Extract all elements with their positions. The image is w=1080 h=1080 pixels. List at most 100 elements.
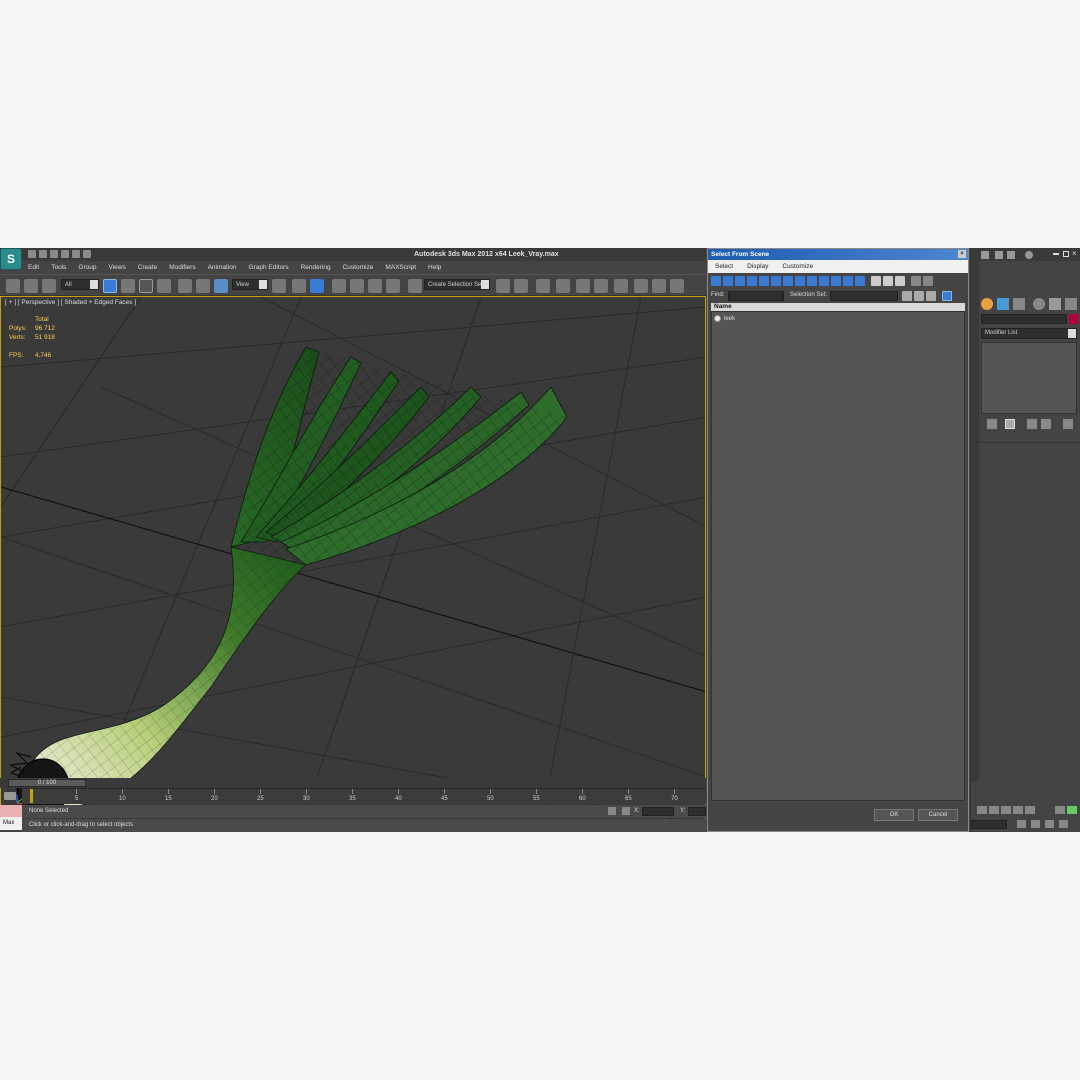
remove-modifier-icon[interactable] <box>1041 419 1051 429</box>
favorites-icon[interactable] <box>1007 251 1015 259</box>
redo-icon[interactable] <box>72 250 80 258</box>
open-file-icon[interactable] <box>39 250 47 258</box>
minimize-icon[interactable] <box>1053 253 1059 255</box>
name-column-header[interactable]: Name <box>711 303 965 311</box>
modifier-stack[interactable] <box>981 342 1077 414</box>
scene-object-list[interactable]: leek <box>711 311 965 801</box>
time-slider[interactable]: 0 / 100 <box>0 778 706 788</box>
play-icon[interactable] <box>1001 806 1011 814</box>
menu-animation[interactable]: Animation <box>202 262 243 274</box>
menu-maxscript[interactable]: MAXScript <box>379 262 422 274</box>
key-mode-icon[interactable] <box>4 792 16 800</box>
menu-tools[interactable]: Tools <box>45 262 72 274</box>
select-by-name-icon[interactable] <box>121 279 135 293</box>
next-frame-icon[interactable] <box>1013 806 1023 814</box>
zoom-icon[interactable] <box>1055 806 1065 814</box>
perspective-viewport[interactable]: [ + ] [ Perspective ] [ Shaded + Edged F… <box>0 296 706 824</box>
absolute-mode-icon[interactable] <box>622 807 630 815</box>
motion-tab-icon[interactable] <box>1033 298 1045 310</box>
material-editor-icon[interactable] <box>614 279 628 293</box>
help-icon[interactable] <box>1025 251 1033 259</box>
filter-icon[interactable] <box>911 276 921 286</box>
create-tab-icon[interactable] <box>981 298 993 310</box>
list-item[interactable]: leek <box>714 315 735 322</box>
lock-icon[interactable] <box>608 807 616 815</box>
layer-manager-icon[interactable] <box>536 279 550 293</box>
align-icon[interactable] <box>514 279 528 293</box>
ok-button[interactable]: OK <box>874 809 914 821</box>
maxscript-mini-listener[interactable]: Max <box>0 805 22 832</box>
menu-graph-editors[interactable]: Graph Editors <box>243 262 295 274</box>
maximize-viewport-icon[interactable] <box>1059 820 1068 828</box>
selection-set-dropdown[interactable] <box>830 291 898 301</box>
utilities-tab-icon[interactable] <box>1065 298 1077 310</box>
display-tab-icon[interactable] <box>1049 298 1061 310</box>
select-object-icon[interactable] <box>103 279 117 293</box>
move-icon[interactable] <box>178 279 192 293</box>
display-lights-icon[interactable] <box>735 276 745 286</box>
menu-edit[interactable]: Edit <box>22 262 45 274</box>
cancel-button[interactable]: Cancel <box>918 809 958 821</box>
menu-customize[interactable]: Customize <box>337 262 380 274</box>
time-slider-handle[interactable]: 0 / 100 <box>8 779 86 787</box>
orbit-icon[interactable] <box>1045 820 1054 828</box>
scale-icon[interactable] <box>214 279 228 293</box>
hierarchy-tab-icon[interactable] <box>1013 298 1025 310</box>
dialog-menu-select[interactable]: Select <box>708 260 740 273</box>
object-color-swatch[interactable] <box>1069 314 1078 324</box>
save-file-icon[interactable] <box>50 250 58 258</box>
render-setup-icon[interactable] <box>634 279 648 293</box>
unlink-icon[interactable] <box>24 279 38 293</box>
select-dependents-icon[interactable] <box>942 291 952 301</box>
invert-display-icon[interactable] <box>883 276 893 286</box>
y-coord-field[interactable] <box>688 807 706 816</box>
window-crossing-icon[interactable] <box>157 279 171 293</box>
display-geometry-icon[interactable] <box>711 276 721 286</box>
object-name-field[interactable] <box>981 314 1067 324</box>
rendered-frame-window-icon[interactable] <box>652 279 666 293</box>
percent-snap-icon[interactable] <box>368 279 382 293</box>
zoom-extents-icon[interactable] <box>1067 806 1077 814</box>
pin-stack-icon[interactable] <box>987 419 997 429</box>
select-all-icon[interactable] <box>902 291 912 301</box>
dialog-menu-display[interactable]: Display <box>740 260 775 273</box>
curve-editor-icon[interactable] <box>576 279 590 293</box>
angle-snap-icon[interactable] <box>350 279 364 293</box>
rotate-icon[interactable] <box>196 279 210 293</box>
undo-icon[interactable] <box>61 250 69 258</box>
menu-group[interactable]: Group <box>72 262 102 274</box>
display-cameras-icon[interactable] <box>747 276 757 286</box>
display-all-icon[interactable] <box>855 276 865 286</box>
render-production-icon[interactable] <box>670 279 684 293</box>
select-invert-icon[interactable] <box>926 291 936 301</box>
pivot-center-icon[interactable] <box>272 279 286 293</box>
maximize-icon[interactable] <box>1063 251 1069 257</box>
previous-frame-icon[interactable] <box>989 806 999 814</box>
display-hidden-icon[interactable] <box>843 276 853 286</box>
make-unique-icon[interactable] <box>1027 419 1037 429</box>
display-frozen-icon[interactable] <box>831 276 841 286</box>
menu-modifiers[interactable]: Modifiers <box>163 262 201 274</box>
dialog-title-bar[interactable]: Select From Scene × <box>708 249 968 260</box>
find-input[interactable] <box>728 291 784 301</box>
keyboard-shortcut-override-icon[interactable] <box>310 279 324 293</box>
select-none-icon[interactable] <box>914 291 924 301</box>
viewport-label[interactable]: [ + ] [ Perspective ] [ Shaded + Edged F… <box>5 299 136 306</box>
link-icon[interactable] <box>6 279 20 293</box>
graphite-ribbon-icon[interactable] <box>556 279 570 293</box>
dialog-menu-customize[interactable]: Customize <box>775 260 820 273</box>
configure-modifier-sets-icon[interactable] <box>1063 419 1073 429</box>
search-icon[interactable] <box>981 251 989 259</box>
display-space-warps-icon[interactable] <box>771 276 781 286</box>
app-logo-button[interactable]: S <box>0 248 22 270</box>
close-icon[interactable]: × <box>958 250 966 258</box>
x-coord-field[interactable] <box>642 807 674 816</box>
display-groups-icon[interactable] <box>783 276 793 286</box>
bind-space-warp-icon[interactable] <box>42 279 56 293</box>
mirror-icon[interactable] <box>496 279 510 293</box>
select-manipulate-icon[interactable] <box>292 279 306 293</box>
project-folder-icon[interactable] <box>83 250 91 258</box>
pan-view-icon[interactable] <box>1031 820 1040 828</box>
named-selection-set-dropdown[interactable]: Create Selection Se <box>424 279 490 290</box>
show-end-result-icon[interactable] <box>1005 419 1015 429</box>
